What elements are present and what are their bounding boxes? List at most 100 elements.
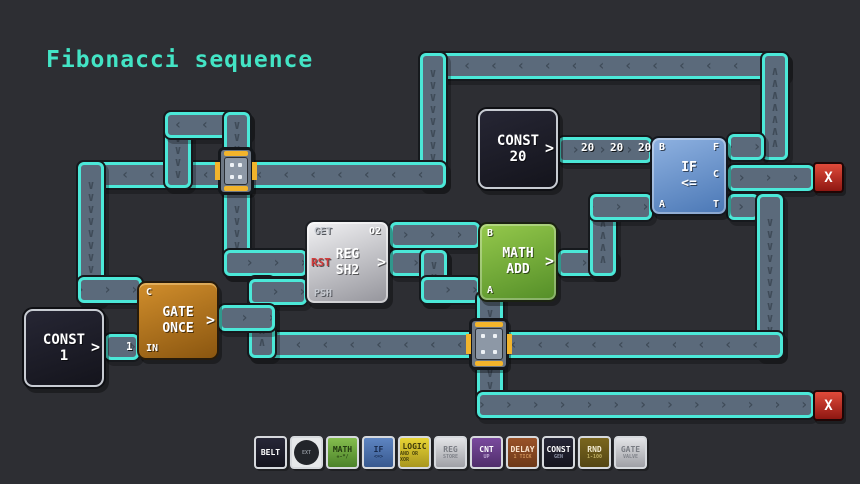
port-psh: PSH [314, 288, 332, 299]
game-canvas[interactable]: Fibonacci sequence ‹ ‹ ‹ ‹ ‹ ‹ ‹ ‹ ‹ ‹ ‹… [0, 0, 860, 484]
tool-label: MATH [333, 445, 352, 454]
port-t: T [713, 199, 719, 210]
output-arrow-icon: > [377, 253, 386, 271]
tool-const-button[interactable]: CONSTGEN [542, 436, 575, 469]
tool-label: IF [374, 445, 384, 454]
belt-value: 20 [638, 141, 651, 154]
output-arrow-icon: > [545, 252, 554, 270]
belt-chevrons: ∨ ∨ ∨ ∨ ∨ ∨ ∨ ∨ ∨ [87, 179, 94, 287]
output-block-x[interactable]: X [813, 162, 844, 193]
block-const-1[interactable]: CONST1> [24, 309, 104, 387]
bridge-dot [238, 175, 242, 179]
port-get: GET [314, 226, 332, 237]
belt-chevrons: › › › [219, 310, 275, 326]
belt-crossing-icon: EXT [294, 440, 319, 465]
tool-label: CNT [479, 445, 493, 454]
tool-gate-button[interactable]: GATEVALVE [614, 436, 647, 469]
bridge-dot [493, 334, 497, 338]
belt-chevrons: ∨ ∨ ∨ ∨ ∨ ∨ ∨ ∨ ∨ [429, 67, 436, 175]
belt-segment[interactable]: › › › [219, 305, 275, 331]
block-math-add[interactable]: MATHADDBA> [478, 222, 558, 302]
belt-segment[interactable]: › › › [78, 277, 142, 303]
block-reg-sh2[interactable]: REGSH2 GET O2 RST PSH > [305, 220, 390, 305]
tool-label: CONST [546, 445, 570, 454]
belt-bridge[interactable] [469, 318, 509, 370]
bridge-dot [481, 334, 485, 338]
belt-segment[interactable]: › › › › › › › › › › › › › › › › › › › [477, 392, 814, 418]
tool-cnt-button[interactable]: CNTUP [470, 436, 503, 469]
bridge-face [224, 157, 248, 185]
block-label: CONST [43, 332, 85, 348]
port-o2: O2 [369, 226, 381, 237]
tool-logic-button[interactable]: LOGICAND OR XOR [398, 436, 431, 469]
belt-chevrons: › › › › › [390, 227, 480, 243]
block-if-lte[interactable]: IF<=BFCAT [650, 136, 728, 216]
tool-sublabel: <=> [374, 454, 383, 460]
tool-label: REG [443, 445, 457, 454]
belt-segment[interactable]: › › › › › [728, 165, 814, 191]
tool-math-button[interactable]: MATH+-*/ [326, 436, 359, 469]
belt-chevrons: › › › › › [728, 170, 814, 186]
port-c: C [146, 287, 152, 298]
bridge-dot [481, 350, 485, 354]
belt-chevrons: ‹ ‹ ‹ ‹ ‹ ‹ ‹ ‹ ‹ ‹ ‹ ‹ ‹ ‹ ‹ ‹ ‹ ‹ ‹ ‹ … [420, 58, 788, 74]
belt-segment[interactable]: ‹ ‹ ‹ ‹ ‹ ‹ ‹ ‹ ‹ ‹ ‹ ‹ ‹ ‹ ‹ ‹ ‹ ‹ ‹ ‹ … [420, 53, 788, 79]
bridge-capb [224, 186, 248, 191]
belt-segment[interactable]: › › [105, 334, 139, 360]
belt-chevrons: › › [105, 339, 139, 355]
port-b: B [659, 142, 665, 153]
belt-chevrons: ‹ ‹ ‹ ‹ ‹ ‹ ‹ ‹ ‹ ‹ ‹ ‹ ‹ ‹ ‹ ‹ ‹ ‹ ‹ ‹ … [249, 337, 783, 353]
belt-segment[interactable]: ∧ ∧ ∧ ∧ ∧ ∧ ∧ [762, 53, 788, 160]
tool-sublabel: GEN [554, 454, 563, 460]
tool-rnd-button[interactable]: RND1-100 [578, 436, 611, 469]
bridge-dot [493, 350, 497, 354]
block-label: SH2 [336, 263, 359, 279]
bridge-capt [224, 151, 248, 156]
port-a: A [487, 285, 493, 296]
tool-belt-button[interactable]: BELT [254, 436, 287, 469]
bridge-tabl [215, 162, 220, 180]
port-a: A [659, 199, 665, 210]
block-label: ADD [506, 262, 529, 278]
block-gate-once[interactable]: GATEONCECIN> [137, 281, 219, 360]
belt-segment[interactable]: ‹ ‹ ‹ ‹ ‹ ‹ ‹ ‹ ‹ ‹ ‹ ‹ ‹ ‹ ‹ ‹ ‹ ‹ ‹ ‹ … [249, 332, 783, 358]
block-label: ONCE [162, 321, 193, 337]
block-label: CONST [497, 133, 539, 149]
port-in: IN [146, 343, 158, 354]
block-label: 20 [510, 149, 527, 165]
tool-sublabel: STORE [443, 454, 458, 460]
level-title: Fibonacci sequence [46, 47, 313, 73]
tool-reg-button[interactable]: REGSTORE [434, 436, 467, 469]
output-block-x[interactable]: X [813, 390, 844, 421]
tool-ext-button[interactable]: EXT [290, 436, 323, 469]
block-label: GATE [162, 305, 193, 321]
belt-segment[interactable]: › › › [421, 277, 480, 303]
belt-value: 20 [581, 141, 594, 154]
bridge-dot [238, 163, 242, 167]
belt-bridge[interactable] [218, 147, 254, 195]
belt-chevrons: › › › [421, 282, 480, 298]
tool-label: GATE [621, 445, 640, 454]
tool-sublabel: UP [483, 454, 489, 460]
belt-segment[interactable]: › › [728, 134, 764, 160]
bridge-tabr [507, 334, 512, 354]
belt-chevrons: › › › › [224, 255, 307, 271]
belt-segment[interactable]: › [728, 194, 759, 220]
belt-segment[interactable]: › › › › › [390, 222, 480, 248]
belt-segment[interactable]: ‹ ‹ ‹ ‹ ‹ ‹ ‹ ‹ ‹ ‹ ‹ ‹ ‹ ‹ ‹ ‹ ‹ ‹ ‹ ‹ … [78, 162, 446, 188]
tool-delay-button[interactable]: DELAY1 TICK [506, 436, 539, 469]
bridge-tabr [252, 162, 257, 180]
belt-segment[interactable]: › › › [249, 279, 307, 305]
belt-value: 1 [126, 340, 133, 353]
belt-segment[interactable]: › › › [590, 194, 652, 220]
tool-label: RND [587, 445, 601, 454]
port-rst: RST [311, 256, 331, 269]
bridge-face [475, 328, 503, 360]
tool-if-button[interactable]: IF<=> [362, 436, 395, 469]
block-const-20[interactable]: CONST20> [478, 109, 558, 189]
tool-sublabel: 1-100 [587, 454, 602, 460]
belt-value: 20 [610, 141, 623, 154]
belt-segment[interactable]: › › › › [224, 250, 307, 276]
block-label: REG [336, 247, 359, 263]
tool-label: DELAY [510, 445, 534, 454]
